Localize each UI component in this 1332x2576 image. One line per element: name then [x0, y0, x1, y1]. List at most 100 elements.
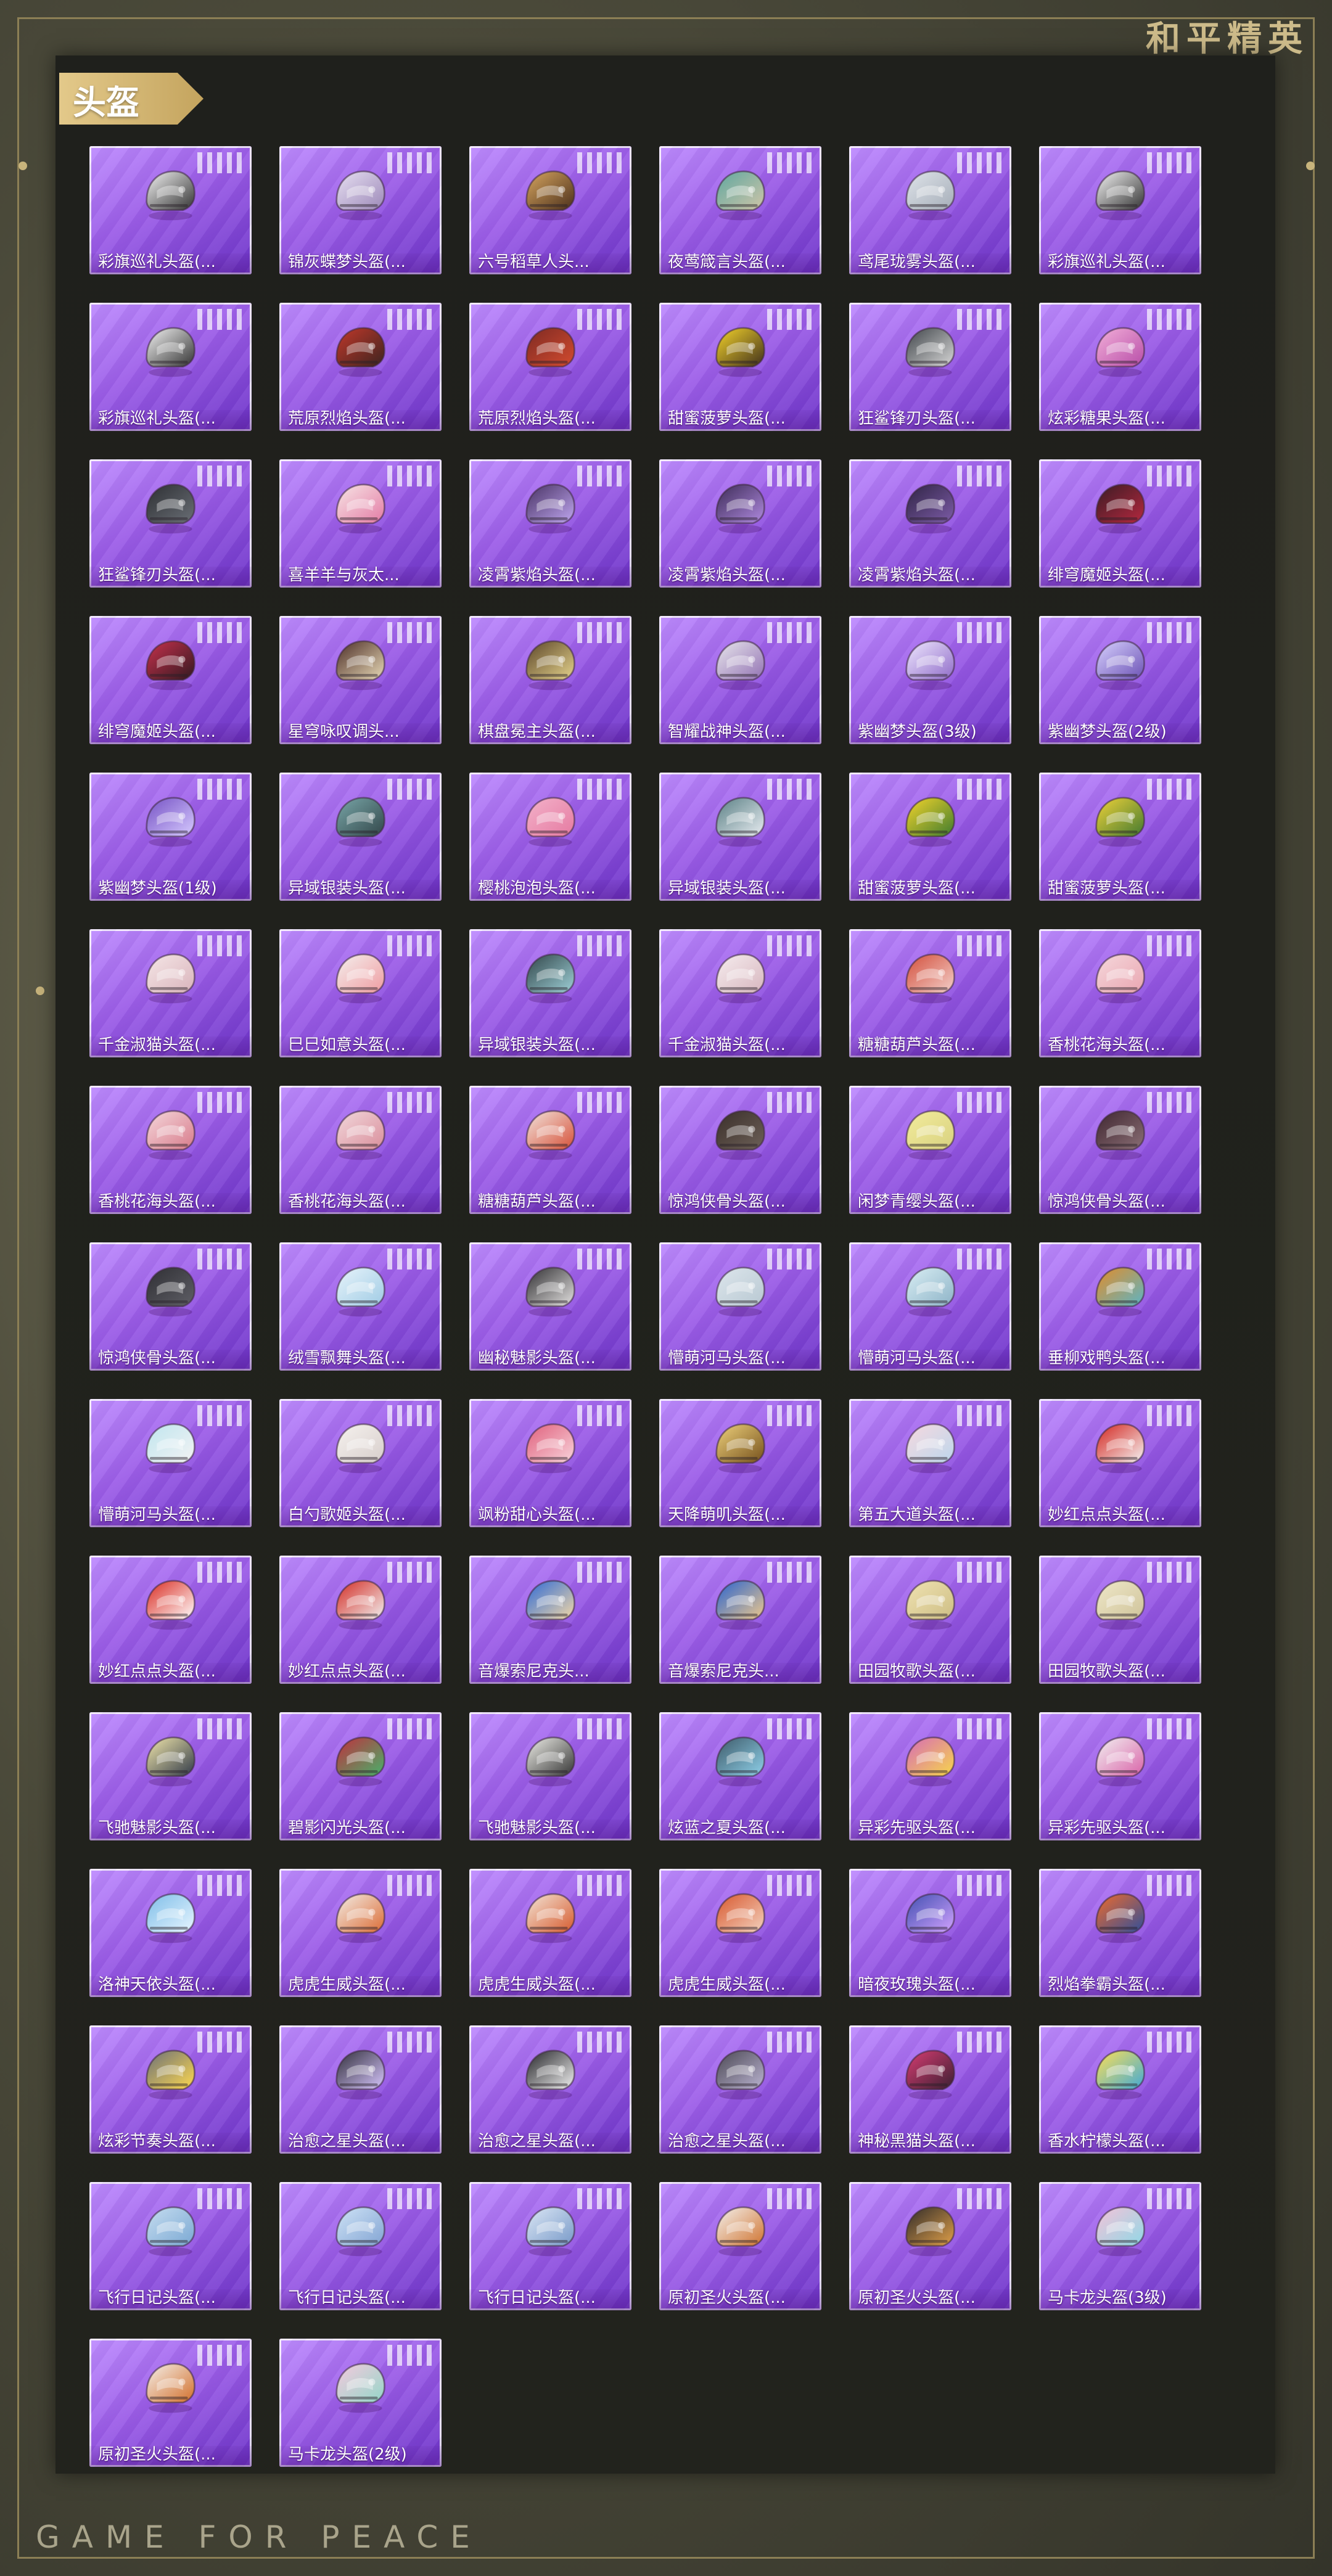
helmet-card[interactable]: 妙红点点头盔(...	[1039, 1399, 1201, 1527]
helmet-card[interactable]: 紫幽梦头盔(3级)	[849, 616, 1011, 744]
helmet-card[interactable]: 紫幽梦头盔(1级)	[89, 773, 252, 901]
helmet-card[interactable]: 千金淑猫头盔(...	[89, 929, 252, 1057]
helmet-card[interactable]: 音爆索尼克头...	[469, 1556, 631, 1684]
helmet-card[interactable]: 星穹咏叹调头...	[279, 616, 442, 744]
helmet-card[interactable]: 香桃花海头盔(...	[1039, 929, 1201, 1057]
helmet-card[interactable]: 炫蓝之夏头盔(...	[659, 1712, 821, 1840]
helmet-card[interactable]: 飒粉甜心头盔(...	[469, 1399, 631, 1527]
helmet-card[interactable]: 香桃花海头盔(...	[89, 1086, 252, 1214]
helmet-card[interactable]: 凌霄紫焰头盔(...	[469, 459, 631, 588]
helmet-icon	[136, 2043, 205, 2102]
helmet-card[interactable]: 荒原烈焰头盔(...	[469, 303, 631, 431]
helmet-label: 虎虎生威头盔(...	[288, 1976, 406, 1993]
helmet-card[interactable]: 香桃花海头盔(...	[279, 1086, 442, 1214]
helmet-card[interactable]: 千金淑猫头盔(...	[659, 929, 821, 1057]
helmet-card[interactable]: 异域银装头盔(...	[279, 773, 442, 901]
helmet-card[interactable]: 炫彩糖果头盔(...	[1039, 303, 1201, 431]
helmet-card[interactable]: 异域银装头盔(...	[469, 929, 631, 1057]
helmet-card[interactable]: 治愈之星头盔(...	[279, 2025, 442, 2154]
helmet-card[interactable]: 惊鸿侠骨头盔(...	[89, 1242, 252, 1371]
helmet-card[interactable]: 异彩先驱头盔(...	[1039, 1712, 1201, 1840]
helmet-card[interactable]: 田园牧歌头盔(...	[1039, 1556, 1201, 1684]
helmet-card[interactable]: 夜莺箴言头盔(...	[659, 146, 821, 274]
helmet-card[interactable]: 锦灰蝶梦头盔(...	[279, 146, 442, 274]
helmet-card[interactable]: 幽秘魅影头盔(...	[469, 1242, 631, 1371]
helmet-card[interactable]: 虎虎生威头盔(...	[469, 1869, 631, 1997]
helmet-card[interactable]: 六号稻草人头...	[469, 146, 631, 274]
helmet-card[interactable]: 治愈之星头盔(...	[469, 2025, 631, 2154]
helmet-card[interactable]: 惊鸿侠骨头盔(...	[659, 1086, 821, 1214]
helmet-card[interactable]: 惊鸿侠骨头盔(...	[1039, 1086, 1201, 1214]
helmet-icon	[326, 633, 395, 692]
helmet-card[interactable]: 香水柠檬头盔(...	[1039, 2025, 1201, 2154]
helmet-card[interactable]: 懵萌河马头盔(...	[89, 1399, 252, 1527]
helmet-card[interactable]: 原初圣火头盔(...	[849, 2182, 1011, 2310]
helmet-card[interactable]: 飞行日记头盔(...	[279, 2182, 442, 2310]
helmet-card[interactable]: 音爆索尼克头...	[659, 1556, 821, 1684]
helmet-card[interactable]: 巳巳如意头盔(...	[279, 929, 442, 1057]
helmet-card[interactable]: 白勺歌姬头盔(...	[279, 1399, 442, 1527]
helmet-card[interactable]: 彩旗巡礼头盔(...	[1039, 146, 1201, 274]
helmet-card[interactable]: 彩旗巡礼头盔(...	[89, 303, 252, 431]
helmet-card[interactable]: 洛神天依头盔(...	[89, 1869, 252, 1997]
helmet-icon	[326, 2199, 395, 2258]
helmet-card[interactable]: 飞行日记头盔(...	[89, 2182, 252, 2310]
helmet-card[interactable]: 绯穹魔姬头盔(...	[1039, 459, 1201, 588]
helmet-card[interactable]: 异域银装头盔(...	[659, 773, 821, 901]
helmet-card[interactable]: 虎虎生威头盔(...	[659, 1869, 821, 1997]
helmet-card[interactable]: 天降萌叽头盔(...	[659, 1399, 821, 1527]
helmet-card[interactable]: 紫幽梦头盔(2级)	[1039, 616, 1201, 744]
helmet-card[interactable]: 荒原烈焰头盔(...	[279, 303, 442, 431]
helmet-card[interactable]: 田园牧歌头盔(...	[849, 1556, 1011, 1684]
helmet-card[interactable]: 妙红点点头盔(...	[89, 1556, 252, 1684]
helmet-card[interactable]: 彩旗巡礼头盔(...	[89, 146, 252, 274]
helmet-card[interactable]: 糖糖葫芦头盔(...	[469, 1086, 631, 1214]
helmet-card[interactable]: 暗夜玫瑰头盔(...	[849, 1869, 1011, 1997]
helmet-card[interactable]: 鸢尾珑雾头盔(...	[849, 146, 1011, 274]
helmet-card[interactable]: 原初圣火头盔(...	[89, 2339, 252, 2467]
helmet-label: 香桃花海头盔(...	[288, 1193, 406, 1210]
helmet-card[interactable]: 马卡龙头盔(3级)	[1039, 2182, 1201, 2310]
helmet-card[interactable]: 原初圣火头盔(...	[659, 2182, 821, 2310]
helmet-card[interactable]: 绒雪飘舞头盔(...	[279, 1242, 442, 1371]
helmet-card[interactable]: 飞驰魅影头盔(...	[89, 1712, 252, 1840]
helmet-card[interactable]: 懵萌河马头盔(...	[849, 1242, 1011, 1371]
helmet-card[interactable]: 狂鲨锋刃头盔(...	[849, 303, 1011, 431]
helmet-label: 荒原烈焰头盔(...	[478, 410, 596, 427]
helmet-card[interactable]: 甜蜜菠萝头盔(...	[849, 773, 1011, 901]
helmet-label: 虎虎生威头盔(...	[478, 1976, 596, 1993]
helmet-card[interactable]: 马卡龙头盔(2级)	[279, 2339, 442, 2467]
helmet-card[interactable]: 异彩先驱头盔(...	[849, 1712, 1011, 1840]
helmet-label: 锦灰蝶梦头盔(...	[288, 253, 406, 271]
helmet-card[interactable]: 狂鲨锋刃头盔(...	[89, 459, 252, 588]
helmet-card[interactable]: 樱桃泡泡头盔(...	[469, 773, 631, 901]
helmet-card[interactable]: 棋盘冕主头盔(...	[469, 616, 631, 744]
helmet-icon	[896, 2199, 964, 2258]
helmet-label: 荒原烈焰头盔(...	[288, 410, 406, 427]
helmet-card[interactable]: 糖糖葫芦头盔(...	[849, 929, 1011, 1057]
helmet-card[interactable]: 凌霄紫焰头盔(...	[849, 459, 1011, 588]
helmet-card[interactable]: 垂柳戏鸭头盔(...	[1039, 1242, 1201, 1371]
helmet-card[interactable]: 凌霄紫焰头盔(...	[659, 459, 821, 588]
helmet-card[interactable]: 碧影闪光头盔(...	[279, 1712, 442, 1840]
helmet-card[interactable]: 神秘黑猫头盔(...	[849, 2025, 1011, 2154]
helmet-card[interactable]: 飞行日记头盔(...	[469, 2182, 631, 2310]
helmet-label: 第五大道头盔(...	[858, 1506, 976, 1524]
helmet-card[interactable]: 喜羊羊与灰太...	[279, 459, 442, 588]
helmet-card[interactable]: 甜蜜菠萝头盔(...	[1039, 773, 1201, 901]
helmet-card[interactable]: 绯穹魔姬头盔(...	[89, 616, 252, 744]
helmet-card[interactable]: 第五大道头盔(...	[849, 1399, 1011, 1527]
helmet-card[interactable]: 甜蜜菠萝头盔(...	[659, 303, 821, 431]
helmet-card[interactable]: 妙红点点头盔(...	[279, 1556, 442, 1684]
helmet-card[interactable]: 懵萌河马头盔(...	[659, 1242, 821, 1371]
helmet-card[interactable]: 治愈之星头盔(...	[659, 2025, 821, 2154]
helmet-card[interactable]: 烈焰拳霸头盔(...	[1039, 1869, 1201, 1997]
helmet-card[interactable]: 智耀战神头盔(...	[659, 616, 821, 744]
helmet-card[interactable]: 虎虎生威头盔(...	[279, 1869, 442, 1997]
helmet-card[interactable]: 炫彩节奏头盔(...	[89, 2025, 252, 2154]
helmet-card[interactable]: 飞驰魅影头盔(...	[469, 1712, 631, 1840]
helmet-label: 飞行日记头盔(...	[478, 2289, 596, 2307]
helmet-label: 紫幽梦头盔(2级)	[1048, 723, 1167, 740]
helmet-card[interactable]: 闲梦青缨头盔(...	[849, 1086, 1011, 1214]
helmet-label: 异彩先驱头盔(...	[1048, 1819, 1166, 1837]
